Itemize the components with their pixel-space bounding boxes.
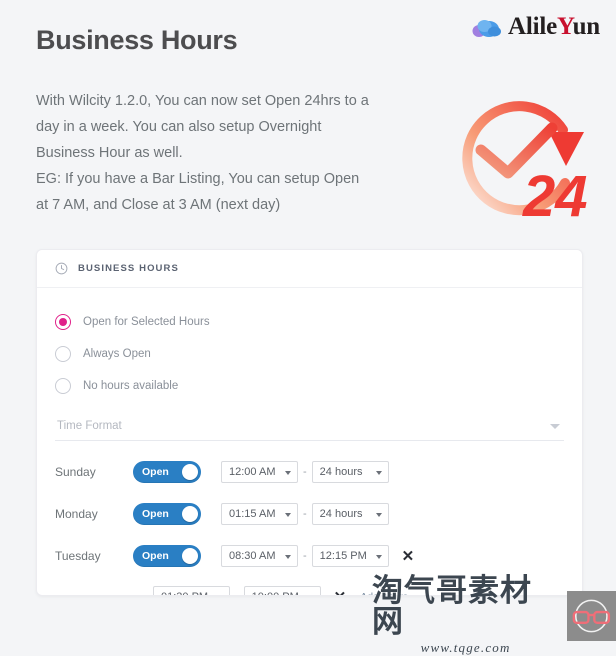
table-row: Monday Open 01:15 AM - 24 hours — [55, 493, 564, 535]
watermark-text-block: 淘气哥素材网 www.tqge.com — [372, 575, 559, 656]
open-toggle[interactable]: Open — [133, 545, 201, 567]
radio-icon[interactable] — [55, 378, 71, 394]
chevron-down-icon — [375, 471, 382, 475]
time-format-select[interactable]: Time Format — [55, 412, 564, 441]
cloud-icon — [472, 19, 502, 37]
time-separator: - — [303, 508, 307, 520]
day-label: Tuesday — [55, 549, 101, 563]
day-label: Sunday — [55, 465, 96, 479]
panel-header: BUSINESS HOURS — [37, 250, 582, 288]
intro-line-4: EG: If you have a Bar Listing, You can s… — [36, 171, 360, 187]
panel-body: Open for Selected Hours Always Open No h… — [37, 288, 582, 596]
chevron-down-icon — [375, 513, 382, 517]
open-time-select[interactable]: 01:30 PM — [153, 586, 230, 595]
intro-line-5: at 7 AM, and Close at 3 AM (next day) — [36, 197, 281, 213]
open-time-value: 08:30 AM — [229, 550, 276, 562]
brand-name-highlight: Y — [557, 13, 573, 40]
toggle-label: Open — [142, 466, 169, 478]
open-time-select[interactable]: 01:15 AM — [221, 503, 298, 525]
radio-option-always-open[interactable]: Always Open — [55, 340, 564, 368]
open-toggle[interactable]: Open — [133, 503, 201, 525]
radio-label: No hours available — [83, 380, 179, 392]
close-time-select[interactable]: 24 hours — [311, 461, 389, 483]
intro-line-2: day in a week. You can also setup Overni… — [36, 119, 322, 135]
time-format-placeholder: Time Format — [57, 420, 122, 432]
brand-name-after: un — [572, 13, 601, 40]
table-row: Tuesday Open 08:30 AM - 12:15 PM ✕ — [55, 535, 564, 577]
open-toggle[interactable]: Open — [133, 461, 201, 483]
graphic-label-24: 24 — [522, 164, 588, 228]
close-time-value: 24 hours — [319, 508, 363, 520]
remove-hours-button[interactable]: ✕ — [402, 549, 415, 564]
open-time-select[interactable]: 08:30 AM — [221, 545, 298, 567]
intro-line-1: With Wilcity 1.2.0, You can now set Open… — [36, 93, 369, 109]
radio-option-open-selected-hours[interactable]: Open for Selected Hours — [55, 308, 564, 336]
close-time-value: 10:00 PM — [245, 591, 299, 595]
chevron-down-icon — [285, 471, 291, 475]
watermark: 淘气哥素材网 www.tqge.com — [372, 575, 616, 656]
business-hours-panel: BUSINESS HOURS Open for Selected Hours A… — [36, 249, 583, 596]
radio-label: Open for Selected Hours — [83, 316, 210, 328]
toggle-knob — [182, 506, 198, 522]
panel-title: BUSINESS HOURS — [78, 263, 179, 274]
toggle-label: Open — [142, 550, 169, 562]
open-time-value: 01:30 PM — [154, 591, 208, 595]
toggle-knob — [182, 464, 198, 480]
intro-paragraph: With Wilcity 1.2.0, You can now set Open… — [36, 88, 436, 218]
radio-option-no-hours-available[interactable]: No hours available — [55, 372, 564, 400]
watermark-url: www.tqge.com — [420, 640, 511, 655]
glasses-icon — [567, 590, 616, 641]
brand-logo: AlileYun — [472, 14, 600, 39]
toggle-knob — [182, 548, 198, 564]
table-row: Sunday Open 12:00 AM - 24 hours — [55, 451, 564, 493]
toggle-label: Open — [142, 508, 169, 520]
watermark-cn-text: 淘气哥素材网 — [372, 573, 532, 639]
close-time-select[interactable]: 10:00 PM — [243, 586, 321, 595]
open-24-hours-icon: 24 — [462, 101, 588, 228]
chevron-down-icon — [285, 555, 291, 559]
page-root: AlileYun Business Hours With Wilcity 1.2… — [0, 0, 616, 655]
chevron-down-icon — [375, 555, 382, 559]
open-time-value: 01:15 AM — [229, 508, 276, 520]
page-title: Business Hours — [36, 25, 238, 55]
time-separator: - — [303, 550, 307, 562]
time-separator: - — [230, 591, 244, 595]
close-time-select[interactable]: 12:15 PM — [311, 545, 389, 567]
remove-hours-button[interactable]: ✕ — [334, 590, 347, 596]
close-time-value: 12:15 PM — [319, 550, 367, 562]
day-label: Monday — [55, 507, 98, 521]
intro-line-3: Business Hour as well. — [36, 145, 183, 161]
radio-label: Always Open — [83, 348, 151, 360]
chevron-down-icon[interactable] — [550, 423, 560, 429]
open-time-select[interactable]: 12:00 AM — [221, 461, 298, 483]
brand-name-before: Alile — [508, 13, 558, 40]
time-separator: - — [303, 466, 307, 478]
close-time-value: 24 hours — [319, 466, 363, 478]
radio-icon[interactable] — [55, 346, 71, 362]
close-time-select[interactable]: 24 hours — [311, 503, 389, 525]
clock-icon — [55, 262, 68, 275]
open-time-value: 12:00 AM — [229, 466, 276, 478]
brand-name: AlileYun — [508, 14, 600, 39]
radio-icon-selected[interactable] — [55, 314, 71, 330]
chevron-down-icon — [285, 513, 291, 517]
